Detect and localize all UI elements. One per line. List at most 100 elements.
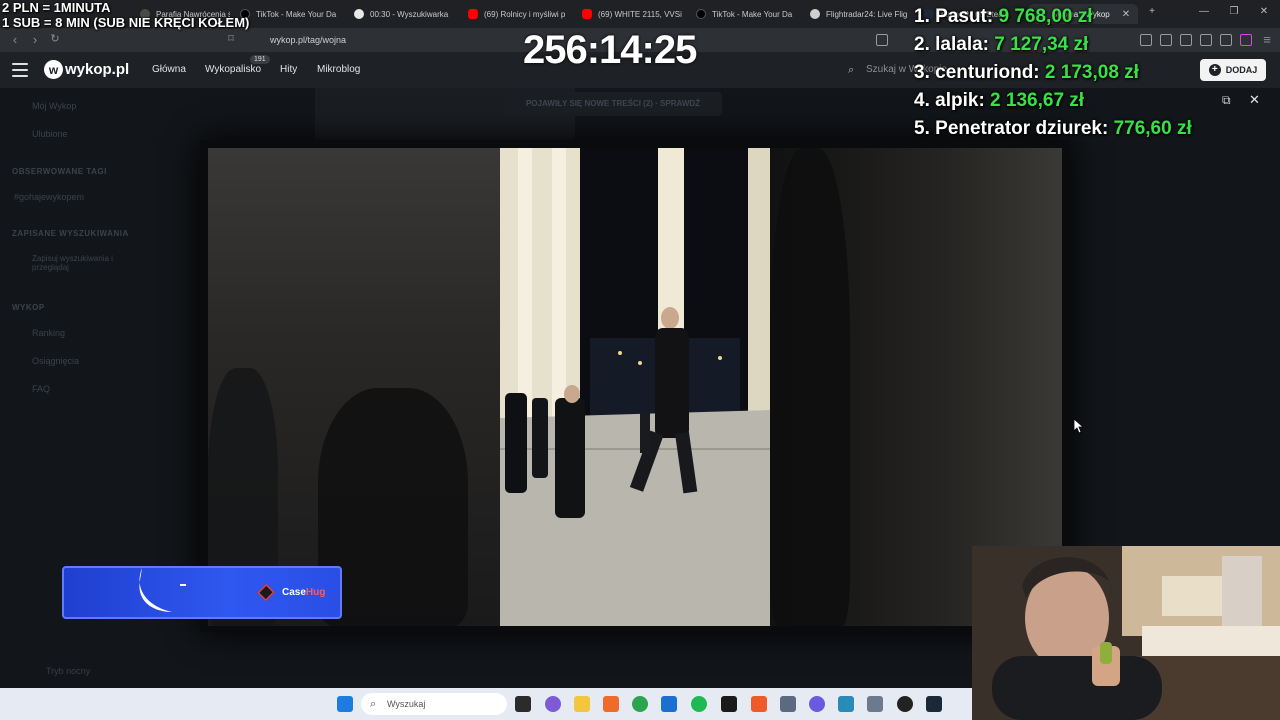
lb-amount: 776,60 zł	[1113, 118, 1192, 139]
sidebar-heading-observed-tags: OBSERWOWANE TAGI	[12, 167, 107, 176]
calculator-icon[interactable]	[780, 696, 796, 712]
nav-glowna[interactable]: Główna	[152, 64, 186, 75]
flightradar-icon	[810, 9, 820, 19]
forward-icon[interactable]: ›	[26, 32, 44, 47]
store-icon[interactable]	[661, 696, 677, 712]
task-view-icon[interactable]	[515, 696, 531, 712]
browser-tab[interactable]: Flightradar24: Live Flig	[802, 4, 914, 24]
streamer-webcam	[972, 546, 1280, 720]
lb-amount: 7 127,34 zł	[994, 34, 1089, 55]
lb-name: centuriond:	[935, 62, 1040, 83]
youtube-icon	[468, 9, 478, 19]
url-text: wykop.pl/tag/wojna	[270, 35, 347, 45]
steam-icon[interactable]	[926, 696, 942, 712]
notepad-icon[interactable]	[838, 696, 854, 712]
lb-name: Penetrator dziurek:	[935, 118, 1109, 139]
video-modal	[200, 140, 1070, 632]
browser-tab[interactable]: (69) Rolnicy i myśliwi p	[460, 4, 572, 24]
sidebar-item-ranking[interactable]: Ranking	[32, 328, 65, 338]
brave-active-icon[interactable]	[751, 696, 767, 712]
discord-icon[interactable]	[809, 696, 825, 712]
video-player[interactable]	[500, 148, 770, 626]
leaderboard-row: 2. lalala: 7 127,34 zł	[914, 34, 1280, 62]
tab-label: Flightradar24: Live Flig	[826, 9, 908, 19]
sidebar-item-favorites[interactable]: Ulubione	[32, 129, 68, 139]
sidebar-heading-wykop: WYKOP	[12, 303, 45, 312]
google-icon	[354, 9, 364, 19]
lb-rank: 2.	[914, 34, 930, 55]
sub-rule-line: 1 SUB = 8 MIN (SUB NIE KRĘCI KOŁEM)	[2, 15, 250, 30]
logo-text: wykop.pl	[65, 61, 130, 78]
chrome-icon[interactable]	[632, 696, 648, 712]
file-explorer-icon[interactable]	[574, 696, 590, 712]
sidebar-item-achievements[interactable]: Osiągnięcia	[32, 356, 79, 366]
browser-tab[interactable]: 00:30 - Wyszukiwarka	[346, 4, 458, 24]
new-content-banner[interactable]: POJAWIŁY SIĘ NOWE TREŚCI (2) · SPRAWDŹ	[504, 92, 722, 116]
app-icon[interactable]	[721, 696, 737, 712]
nav-wykopalisko[interactable]: Wykopalisko	[205, 64, 261, 75]
subathon-timer: 256:14:25	[523, 28, 697, 72]
webcam-frame	[972, 546, 1280, 720]
casehug-brand: CaseHug	[282, 587, 325, 598]
blurred-figure-right	[770, 148, 850, 626]
video-blur-left	[208, 148, 500, 626]
bookmark-icon[interactable]: ⌑	[222, 32, 240, 45]
lb-name: Pasut:	[935, 6, 994, 27]
tab-label: (69) Rolnicy i myśliwi p	[484, 9, 566, 19]
search-icon: ⌕	[848, 64, 855, 76]
mouse-cursor-icon	[1074, 419, 1084, 433]
back-icon[interactable]: ‹	[6, 32, 24, 47]
windows-taskbar: ⌕ Wyszukaj	[0, 688, 972, 720]
tab-label: (69) WHITE 2115, VVSi	[598, 9, 682, 19]
nav-hity[interactable]: Hity	[280, 64, 297, 75]
brave-icon[interactable]	[603, 696, 619, 712]
reload-icon[interactable]: ↻	[46, 32, 64, 45]
nav-mikroblog[interactable]: Mikroblog	[317, 64, 360, 75]
sidebar-item-faq[interactable]: FAQ	[32, 384, 50, 394]
sidebar-item-my-wykop[interactable]: Mój Wykop	[32, 101, 76, 111]
windows-start-icon[interactable]	[337, 696, 353, 712]
browser-tab[interactable]: TikTok - Make Your Da	[688, 4, 800, 24]
lb-rank: 1.	[914, 6, 930, 27]
taskbar-search-input[interactable]: ⌕ Wyszukaj	[361, 693, 507, 715]
lb-amount: 2 136,67 zł	[990, 90, 1085, 111]
lb-rank: 5.	[914, 118, 930, 139]
tab-label: TikTok - Make Your Da	[256, 9, 337, 19]
leaderboard-row: 3. centuriond: 2 173,08 zł	[914, 62, 1280, 90]
tiktok-icon	[696, 9, 706, 19]
brand-part-b: Hug	[305, 587, 326, 598]
screenshot-icon[interactable]	[876, 34, 888, 46]
copilot-icon[interactable]	[545, 696, 561, 712]
taskbar-search-placeholder: Wyszukaj	[387, 699, 426, 709]
leaderboard-row: 4. alpik: 2 136,67 zł	[914, 90, 1280, 118]
wykopalisko-count-badge: 191	[250, 55, 270, 64]
lb-amount: 9 768,00 zł	[998, 6, 1093, 27]
sidebar-heading-saved-searches: ZAPISANE WYSZUKIWANIA	[12, 229, 129, 238]
obs-icon[interactable]	[897, 696, 913, 712]
tab-label: TikTok - Make Your Da	[712, 9, 793, 19]
settings-icon[interactable]	[867, 696, 883, 712]
sidebar-tag[interactable]: #gohajewykopem	[14, 192, 84, 202]
hamburger-menu-icon[interactable]	[12, 63, 28, 77]
donation-rules-overlay: 2 PLN = 1MINUTA 1 SUB = 8 MIN (SUB NIE K…	[2, 0, 249, 30]
spotify-icon[interactable]	[691, 696, 707, 712]
wykop-logo[interactable]: w wykop.pl	[44, 60, 129, 79]
youtube-icon	[582, 9, 592, 19]
lb-amount: 2 173,08 zł	[1044, 62, 1139, 83]
sidebar-saved-hint: Zapisuj wyszukiwania i przeglądaj	[32, 254, 113, 272]
lb-rank: 3.	[914, 62, 930, 83]
search-icon: ⌕	[370, 698, 377, 710]
brand-part-a: Case	[282, 587, 306, 598]
lb-rank: 4.	[914, 90, 930, 111]
leaderboard-row: 5. Penetrator dziurek: 776,60 zł	[914, 118, 1280, 146]
lb-name: alpik:	[935, 90, 985, 111]
video-frame	[500, 148, 770, 626]
casehug-sponsor-banner: CaseHug	[62, 566, 342, 619]
donation-leaderboard: 1. Pasut: 9 768,00 zł 2. lalala: 7 127,3…	[914, 6, 1280, 146]
browser-tab[interactable]: (69) WHITE 2115, VVSi	[574, 4, 686, 24]
night-mode-toggle[interactable]: Tryb nocny	[46, 666, 90, 676]
wykop-logo-icon: w	[44, 60, 63, 79]
tab-label: 00:30 - Wyszukiwarka	[370, 9, 449, 19]
donation-rule-line: 2 PLN = 1MINUTA	[2, 0, 111, 15]
lb-name: lalala:	[935, 34, 990, 55]
